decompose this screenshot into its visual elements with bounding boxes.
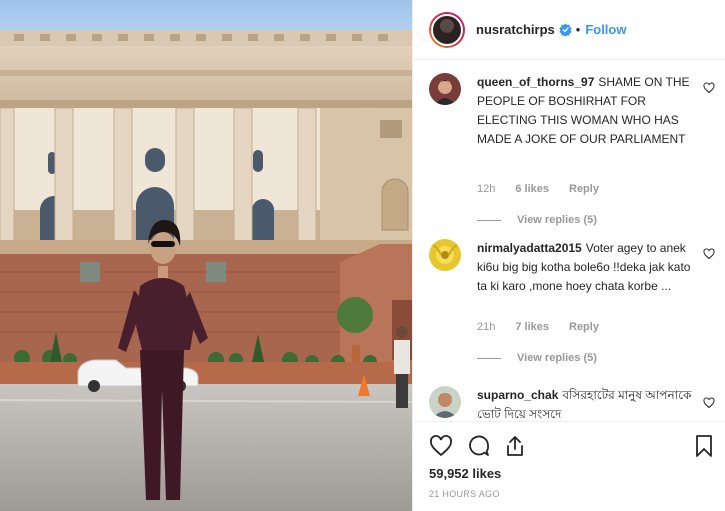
commenter-avatar[interactable] (429, 239, 461, 271)
commenter-username[interactable]: suparno_chak (477, 388, 558, 402)
view-replies-label: View replies (5) (517, 352, 597, 364)
view-replies-button[interactable]: View replies (5) (477, 352, 597, 364)
comment-meta: 12h 6 likes Reply (477, 183, 619, 195)
replies-line (477, 357, 501, 359)
header-separator: • (575, 22, 581, 37)
comment-time: 21h (477, 321, 496, 333)
post-actions-bar: 59,952 likes 21 HOURS AGO (413, 421, 725, 511)
author-username[interactable]: nusratchirps (476, 22, 555, 37)
bookmark-icon[interactable] (692, 434, 716, 458)
comment-text: queen_of_thorns_97 SHAME ON THE PEOPLE OF… (477, 73, 699, 149)
heart-outline-icon[interactable] (429, 434, 453, 458)
comment-likes[interactable]: 6 likes (515, 183, 549, 195)
comment-text: suparno_chak বসিরহাটের মানুষ আপনাকে ভোট দ… (477, 386, 699, 421)
commenter-avatar[interactable] (429, 386, 461, 418)
commenter-username[interactable]: queen_of_thorns_97 (477, 75, 594, 89)
comment-like-heart-icon[interactable] (703, 247, 717, 261)
parliament-photo (0, 0, 412, 511)
comment-like-heart-icon[interactable] (703, 81, 717, 95)
comments-list[interactable]: queen_of_thorns_97 SHAME ON THE PEOPLE OF… (413, 61, 725, 421)
view-replies-button[interactable]: View replies (5) (477, 214, 597, 226)
commenter-username[interactable]: nirmalyadatta2015 (477, 241, 582, 255)
post-timestamp[interactable]: 21 HOURS AGO (429, 489, 500, 499)
comment-meta: 21h 7 likes Reply (477, 321, 619, 333)
comment-time: 12h (477, 183, 496, 195)
author-avatar[interactable] (429, 11, 465, 48)
post-photo[interactable] (0, 0, 412, 511)
reply-button[interactable]: Reply (569, 183, 599, 195)
comment-like-heart-icon[interactable] (703, 396, 717, 410)
share-icon[interactable] (503, 434, 527, 458)
comment-text: nirmalyadatta2015 Voter agey to anek ki6u… (477, 239, 699, 296)
follow-button[interactable]: Follow (585, 22, 626, 37)
comment-likes[interactable]: 7 likes (515, 321, 549, 333)
post-sidebar: nusratchirps • Follow queen_of_thorns_97… (412, 0, 725, 511)
verified-badge-icon (559, 23, 572, 36)
post-header: nusratchirps • Follow (413, 0, 725, 60)
speech-bubble-icon[interactable] (467, 434, 491, 458)
reply-button[interactable]: Reply (569, 321, 599, 333)
replies-line (477, 219, 501, 221)
commenter-avatar[interactable] (429, 73, 461, 105)
likes-count[interactable]: 59,952 likes (429, 466, 501, 481)
view-replies-label: View replies (5) (517, 214, 597, 226)
